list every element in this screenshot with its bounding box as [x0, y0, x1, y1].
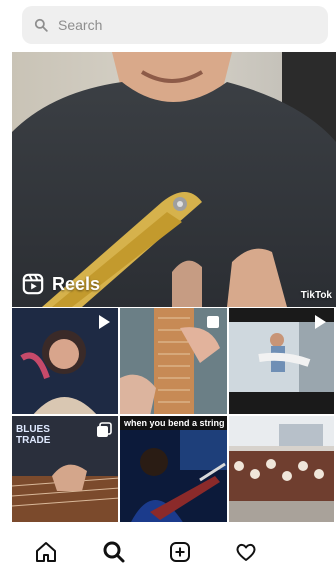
search-bar[interactable]	[22, 6, 328, 44]
tiktok-watermark: TikTok	[300, 290, 332, 301]
explore-tile[interactable]: when you bend a string	[120, 416, 229, 524]
multi-photo-icon	[97, 422, 112, 437]
tile-image	[229, 416, 334, 522]
reels-label: Reels	[22, 273, 100, 295]
explore-tile[interactable]	[229, 416, 336, 524]
tile-overlay-text: BLUES TRADE	[16, 424, 51, 446]
featured-reel[interactable]: Reels TikTok	[12, 52, 336, 307]
heart-icon	[236, 543, 256, 561]
reels-icon	[22, 273, 44, 295]
reels-label-text: Reels	[52, 273, 101, 294]
explore-tile[interactable]	[12, 308, 120, 416]
nav-activity[interactable]	[232, 538, 260, 566]
featured-reel-image	[12, 52, 336, 307]
multi-photo-icon	[207, 316, 219, 328]
tile-image	[120, 416, 227, 522]
play-icon	[99, 315, 110, 329]
search-icon	[34, 18, 48, 32]
search-container	[22, 6, 328, 44]
add-post-icon	[170, 542, 190, 562]
explore-tile[interactable]	[229, 308, 336, 416]
explore-grid: BLUES TRADE when you bend a string	[12, 308, 336, 524]
bottom-nav	[0, 528, 336, 569]
explore-tile[interactable]: BLUES TRADE	[12, 416, 120, 524]
nav-search[interactable]	[100, 538, 128, 566]
nav-create[interactable]	[166, 538, 194, 566]
play-icon	[315, 315, 326, 329]
search-icon	[103, 541, 125, 563]
home-icon	[36, 542, 56, 562]
tile-caption: when you bend a string	[120, 416, 227, 430]
nav-home[interactable]	[32, 538, 60, 566]
explore-tile[interactable]	[120, 308, 229, 416]
search-input[interactable]	[56, 16, 300, 34]
